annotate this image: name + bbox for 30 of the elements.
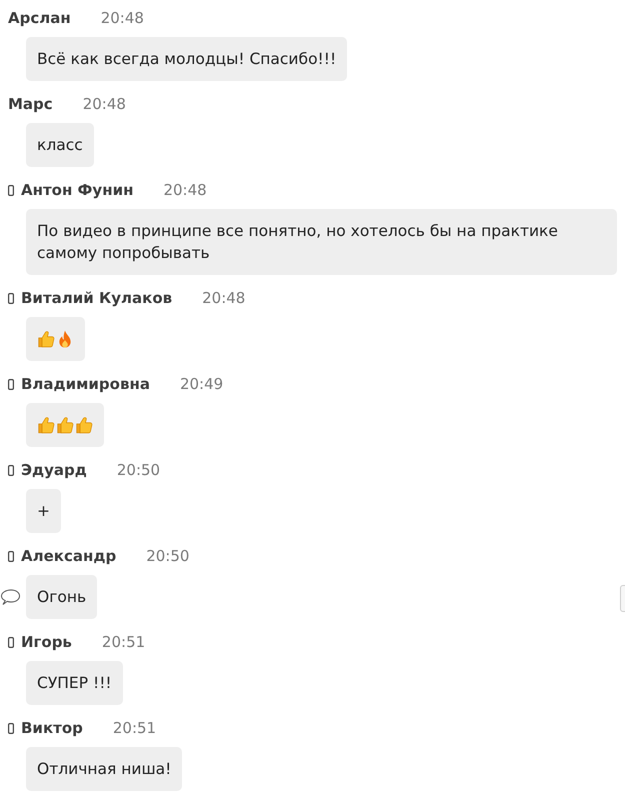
message-time: 20:50 — [146, 546, 190, 566]
author-name: Александр — [21, 546, 116, 566]
message-time: 20:49 — [180, 374, 224, 394]
message-time: 20:48 — [82, 94, 126, 114]
message-time: 20:48 — [163, 180, 207, 200]
message-bubble: Всё как всегда молодцы! Спасибо!!! — [26, 37, 348, 81]
message-bubble: СУПЕР !!! — [26, 661, 123, 705]
author-name: Владимировна — [21, 374, 150, 394]
author-name: Виктор — [21, 718, 83, 738]
author-name: Марс — [8, 94, 53, 114]
thumbs-up-icon — [37, 330, 55, 348]
message-bubble: По видео в принципе все понятно, но хотелось бы на практике самому попробывать — [26, 209, 617, 275]
thumbs-up-icon — [37, 416, 55, 434]
message-time: 20:51 — [102, 632, 146, 652]
message-bubble: Огонь — [26, 575, 98, 619]
author-name: Виталий Кулаков — [21, 288, 172, 308]
author-name: Игорь — [21, 632, 72, 652]
thumbs-up-icon — [56, 416, 74, 434]
message-bubble: + — [26, 489, 61, 533]
message-time: 20:51 — [112, 718, 156, 738]
author-name: Эдуард — [21, 460, 87, 480]
speech-bubble-icon[interactable] — [0, 588, 20, 606]
author-name: Антон Фунин — [21, 180, 134, 200]
message-bubble: Отличная ниша! — [26, 747, 182, 791]
author-name: Арслан — [8, 8, 71, 28]
message-time: 20:48 — [202, 288, 246, 308]
thumbs-up-icon — [75, 416, 93, 434]
message-time: 20:50 — [116, 460, 160, 480]
message-bubble: класс — [26, 123, 94, 167]
message-time: 20:48 — [100, 8, 144, 28]
